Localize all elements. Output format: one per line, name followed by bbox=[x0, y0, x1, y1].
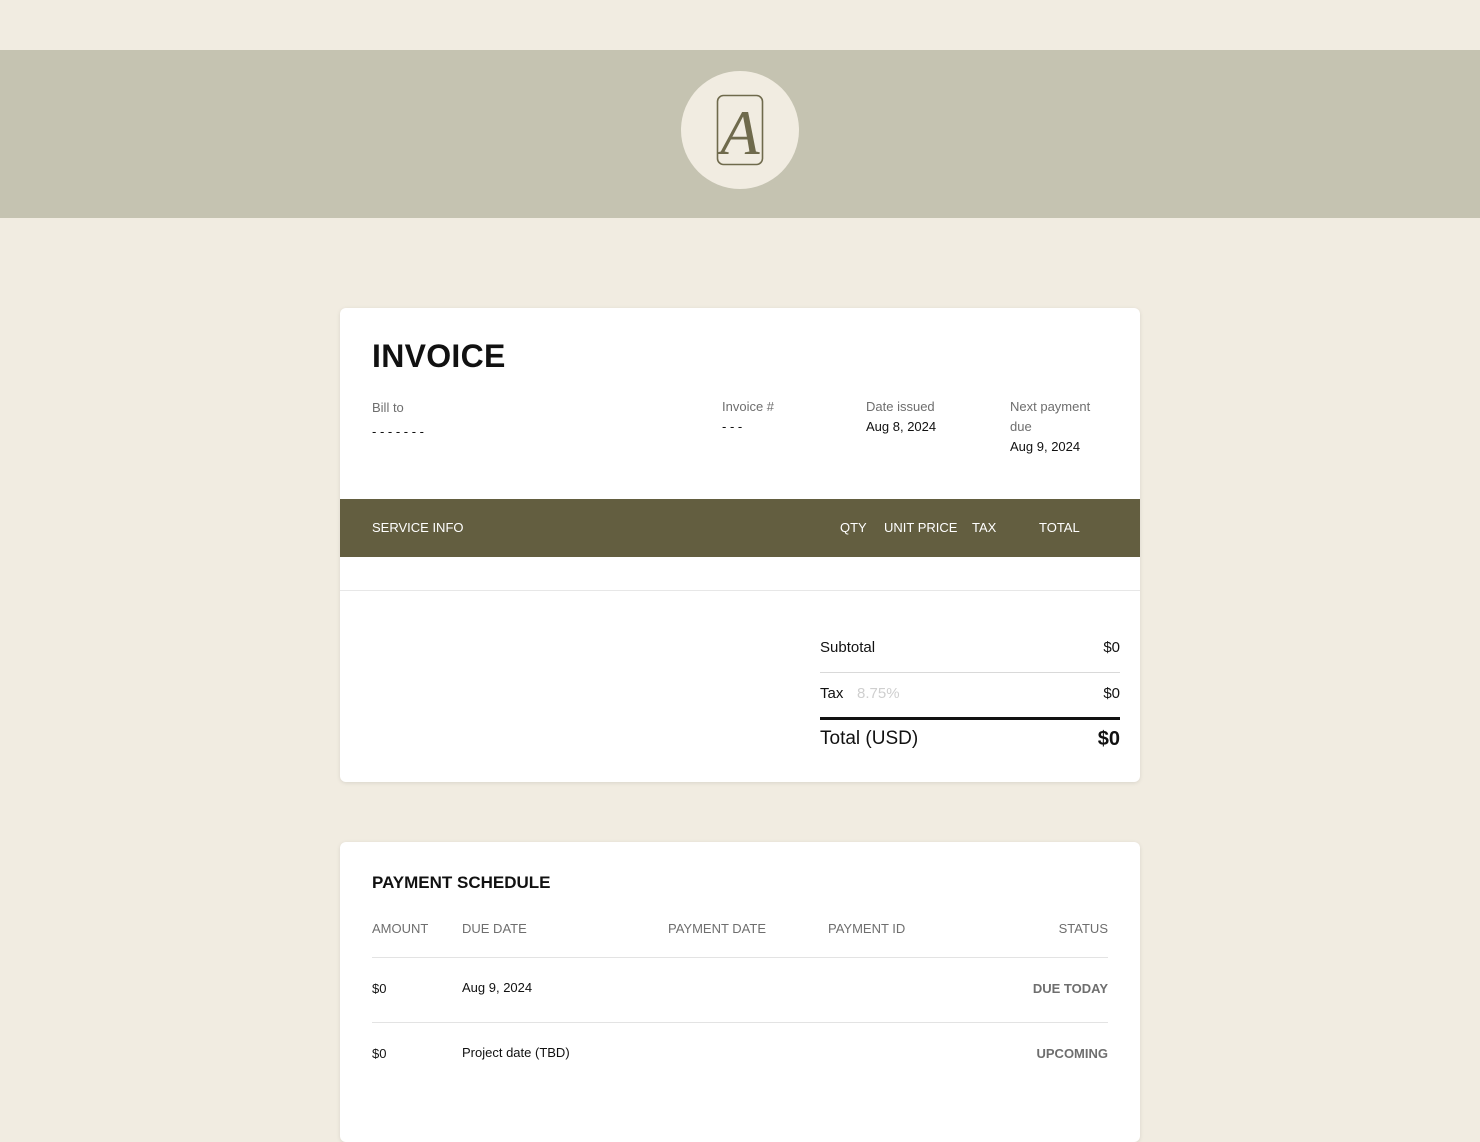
tax-value: $0 bbox=[1103, 685, 1120, 702]
service-table-divider bbox=[340, 590, 1140, 591]
subtotal-value: $0 bbox=[1103, 639, 1120, 656]
next-payment-due-label-line2: due bbox=[1010, 419, 1032, 434]
subtotal-label: Subtotal bbox=[820, 639, 876, 656]
col-total: TOTAL bbox=[1039, 520, 1080, 535]
totals-divider bbox=[820, 672, 1120, 673]
total-value: $0 bbox=[1097, 728, 1120, 750]
col-due-date: DUE DATE bbox=[462, 921, 527, 936]
payment-schedule-title: PAYMENT SCHEDULE bbox=[372, 873, 551, 892]
col-service-info: SERVICE INFO bbox=[372, 520, 464, 535]
status-badge: UPCOMING bbox=[1036, 1046, 1109, 1061]
invoice-card: INVOICE Bill to - - - - - - - Invoice # … bbox=[340, 308, 1140, 782]
col-payment-id: PAYMENT ID bbox=[828, 921, 906, 936]
status-badge: DUE TODAY bbox=[1032, 981, 1108, 996]
total-divider bbox=[820, 717, 1120, 720]
invoice-title: INVOICE bbox=[372, 338, 506, 374]
total-label: Total (USD) bbox=[820, 728, 919, 749]
invoice-number-label: Invoice # bbox=[722, 399, 775, 414]
col-qty: QTY bbox=[840, 520, 867, 535]
row-amount: $0 bbox=[372, 981, 387, 996]
col-payment-date: PAYMENT DATE bbox=[668, 921, 766, 936]
tax-label: Tax bbox=[820, 685, 844, 702]
service-table-header: SERVICE INFO QTY UNIT PRICE TAX TOTAL bbox=[340, 499, 1140, 557]
logo-letter: A bbox=[716, 97, 760, 166]
bill-to-value: - - - - - - - bbox=[372, 424, 424, 439]
schedule-row-divider bbox=[372, 1022, 1108, 1023]
col-unit-price: UNIT PRICE bbox=[884, 520, 958, 535]
invoice-number-value: - - - bbox=[722, 419, 743, 434]
next-payment-due-label-line1: Next payment bbox=[1010, 399, 1091, 414]
next-payment-due-label: Next payment due bbox=[1010, 397, 1090, 437]
col-tax: TAX bbox=[972, 520, 997, 535]
top-strip bbox=[0, 0, 1480, 50]
tax-rate: 8.75% bbox=[857, 685, 900, 702]
brand-logo: A bbox=[681, 71, 799, 189]
date-issued-label: Date issued bbox=[866, 399, 935, 414]
row-amount: $0 bbox=[372, 1046, 387, 1061]
next-payment-due-value: Aug 9, 2024 bbox=[1010, 439, 1081, 454]
schedule-header-divider bbox=[372, 957, 1108, 958]
row-due-date: Aug 9, 2024 bbox=[462, 980, 533, 995]
payment-schedule-card: PAYMENT SCHEDULE AMOUNT DUE DATE PAYMENT… bbox=[340, 842, 1140, 1142]
bill-to-label: Bill to bbox=[372, 400, 404, 415]
logo-icon: A bbox=[716, 94, 764, 166]
col-amount: AMOUNT bbox=[372, 921, 429, 936]
row-due-date: Project date (TBD) bbox=[462, 1045, 570, 1060]
date-issued-value: Aug 8, 2024 bbox=[866, 419, 937, 434]
col-status: STATUS bbox=[1058, 921, 1108, 936]
